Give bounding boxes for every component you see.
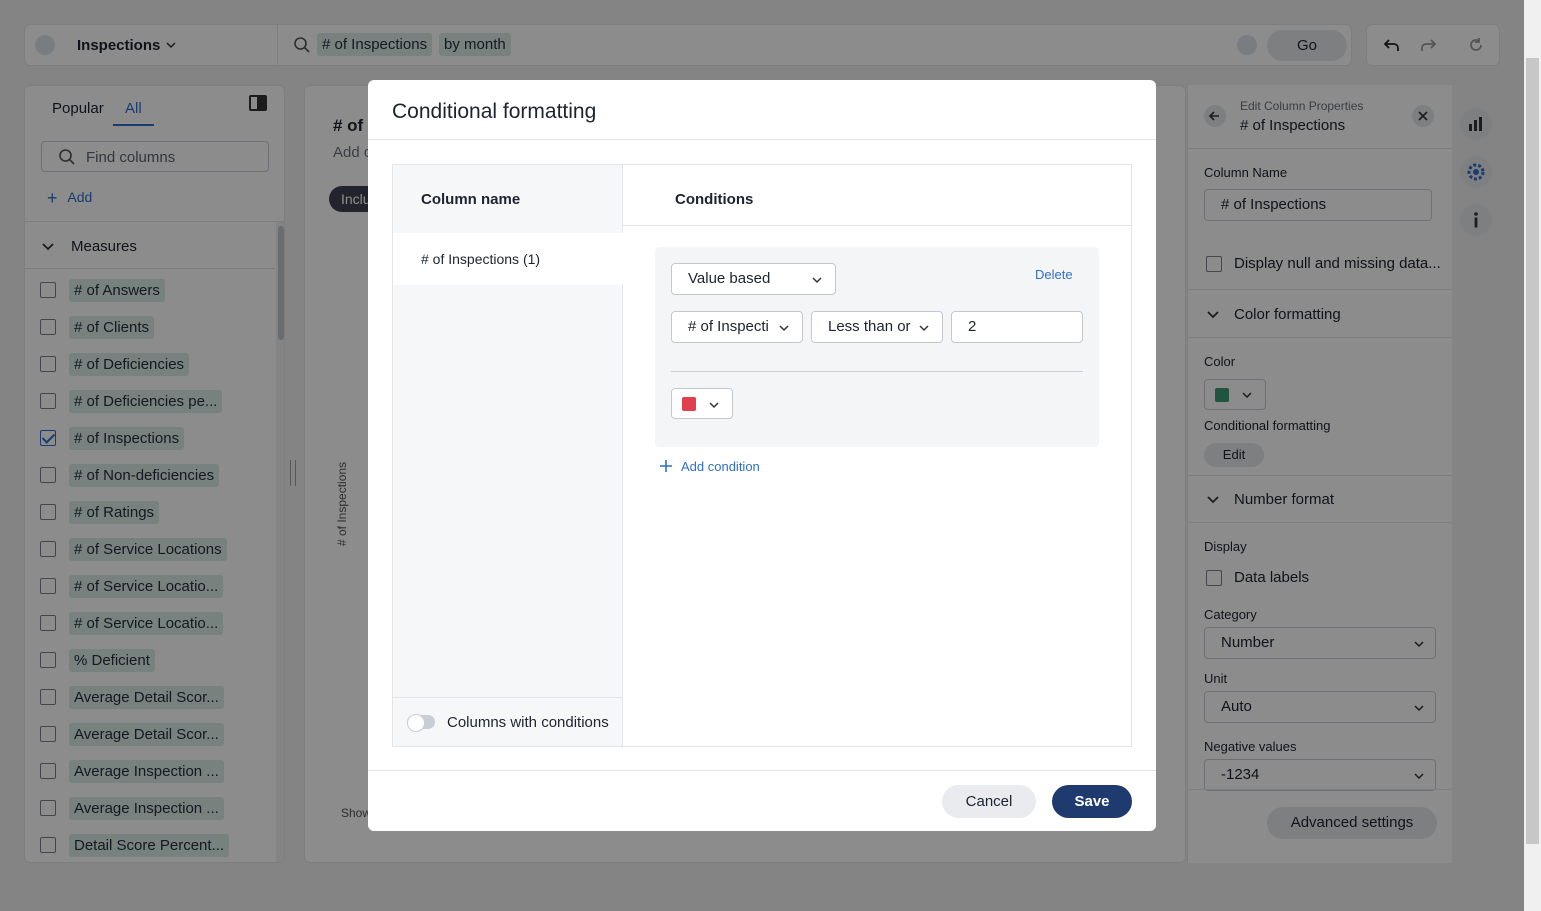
divider	[368, 139, 1156, 140]
page-scrollbar-thumb[interactable]	[1526, 58, 1539, 844]
columns-with-conditions-toggle[interactable]	[407, 714, 435, 732]
save-button[interactable]: Save	[1052, 785, 1132, 818]
condition-operator-value: Less than or	[828, 318, 911, 335]
chevron-down-icon	[919, 325, 929, 332]
condition-color-picker[interactable]	[671, 388, 733, 419]
condition-type-value: Value based	[688, 270, 771, 287]
dialog-title: Conditional formatting	[392, 100, 597, 123]
add-condition-label: Add condition	[681, 459, 760, 474]
condition-operator-select[interactable]: Less than or	[811, 311, 943, 343]
divider	[368, 770, 1156, 771]
condition-type-select[interactable]: Value based	[671, 263, 836, 295]
condition-column-select[interactable]: # of Inspecti	[671, 311, 803, 343]
conditions-header: Conditions	[675, 191, 754, 208]
chevron-down-icon	[779, 325, 789, 332]
plus-icon	[660, 460, 672, 472]
conditional-formatting-dialog: Conditional formatting Column name # of …	[368, 80, 1156, 831]
color-swatch	[682, 397, 696, 411]
condition-value-input[interactable]: 2	[951, 311, 1083, 343]
condition-column-value: # of Inspecti	[688, 318, 769, 335]
divider	[623, 225, 1131, 226]
column-list-item[interactable]: # of Inspections (1)	[393, 233, 623, 285]
column-list-pane: Column name # of Inspections (1) Columns…	[393, 165, 623, 746]
condition-card: Value based Delete # of Inspecti Less th…	[655, 247, 1099, 447]
divider	[671, 371, 1083, 372]
divider	[393, 697, 623, 698]
column-item-label: # of Inspections (1)	[421, 251, 541, 267]
delete-condition-button[interactable]: Delete	[1035, 267, 1073, 282]
dialog-body: Column name # of Inspections (1) Columns…	[392, 164, 1132, 747]
columns-with-conditions-label: Columns with conditions	[447, 714, 609, 731]
conditions-pane: Conditions Value based Delete # of Inspe…	[623, 165, 1131, 746]
cancel-button[interactable]: Cancel	[942, 785, 1036, 818]
chevron-down-icon	[812, 277, 822, 284]
column-name-header: Column name	[421, 191, 521, 208]
chevron-down-icon	[709, 402, 719, 409]
